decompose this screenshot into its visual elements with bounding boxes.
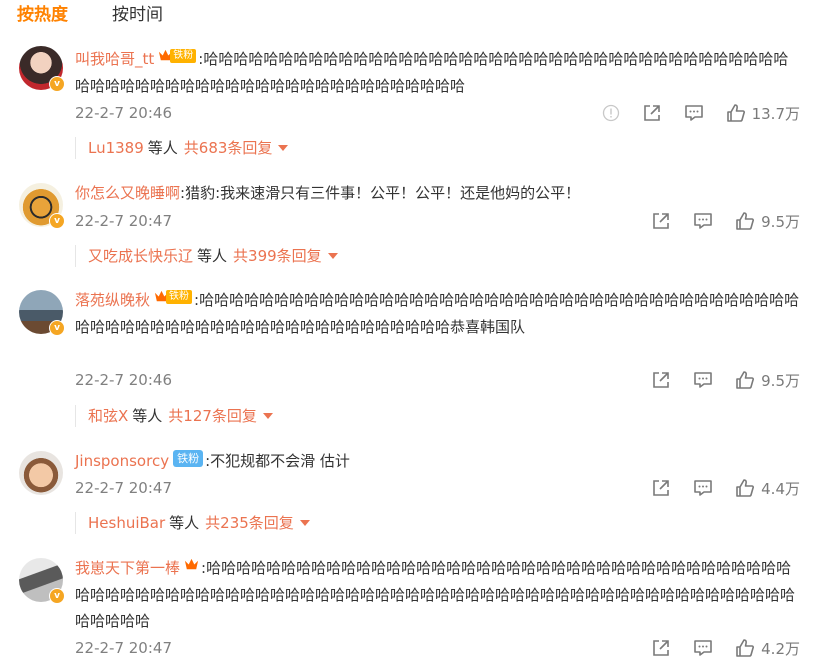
- reply-username[interactable]: Lu1389: [88, 139, 144, 157]
- reply-username[interactable]: HeshuiBar: [88, 514, 165, 532]
- comment-text: :哈哈哈哈哈哈哈哈哈哈哈哈哈哈哈哈哈哈哈哈哈哈哈哈哈哈哈哈哈哈哈哈哈哈哈哈哈哈哈…: [75, 559, 796, 630]
- caret-down-icon[interactable]: [262, 413, 273, 419]
- share-icon[interactable]: [651, 478, 671, 498]
- avatar[interactable]: v: [19, 183, 65, 229]
- comment-meta: 22-2-7 20:47 9.5万: [75, 209, 803, 233]
- thumbs-up-icon: [736, 212, 755, 230]
- caret-down-icon[interactable]: [299, 520, 310, 526]
- fan-badge: 铁粉: [154, 289, 193, 306]
- like-count: 4.4万: [761, 479, 800, 498]
- comment-content: 叫我哈哥_tt 铁粉:哈哈哈哈哈哈哈哈哈哈哈哈哈哈哈哈哈哈哈哈哈哈哈哈哈哈哈哈哈哈…: [75, 46, 803, 99]
- comment-content: 我崽天下第一棒:哈哈哈哈哈哈哈哈哈哈哈哈哈哈哈哈哈哈哈哈哈哈哈哈哈哈哈哈哈哈哈哈…: [75, 555, 803, 635]
- avatar[interactable]: [19, 451, 63, 495]
- username[interactable]: Jinsponsorcy: [75, 452, 169, 470]
- thumbs-up-icon: [736, 479, 755, 497]
- username[interactable]: 我崽天下第一棒: [75, 559, 180, 577]
- like-button[interactable]: 9.5万: [735, 370, 800, 391]
- share-icon[interactable]: [642, 103, 662, 123]
- reply-username[interactable]: 和弦X: [88, 407, 128, 425]
- timestamp: 22-2-7 20:47: [75, 639, 172, 657]
- thumbs-up-icon: [726, 104, 745, 122]
- sort-tabs: 按热度 按时间: [0, 0, 829, 34]
- comment-meta: 22-2-7 20:47 4.4万: [75, 476, 803, 500]
- fan-badge: 铁粉: [158, 48, 197, 65]
- fan-badge-icon: [184, 557, 199, 574]
- comment-content: Jinsponsorcy 铁粉:不犯规都不会滑 估计: [75, 448, 803, 475]
- like-button[interactable]: 4.4万: [735, 478, 800, 499]
- caret-down-icon[interactable]: [278, 145, 289, 151]
- reply-summary: 和弦X 等人 共127条回复: [75, 405, 273, 427]
- avatar[interactable]: v: [19, 558, 65, 604]
- like-button[interactable]: 4.2万: [735, 638, 800, 659]
- comment-meta: 22-2-7 20:46 9.5万: [75, 368, 803, 392]
- like-count: 13.7万: [751, 104, 800, 123]
- tab-hot[interactable]: 按热度: [17, 4, 68, 26]
- share-icon[interactable]: [651, 370, 671, 390]
- username[interactable]: 落苑纵晚秋: [75, 291, 150, 309]
- comment-meta: 22-2-7 20:46 13.7万: [75, 101, 803, 125]
- verified-badge-icon: v: [49, 588, 65, 604]
- caret-down-icon[interactable]: [327, 253, 338, 259]
- share-icon[interactable]: [651, 638, 671, 658]
- fan-badge: 铁粉: [173, 450, 204, 467]
- report-icon[interactable]: [602, 104, 620, 122]
- thumbs-up-icon: [736, 371, 755, 389]
- timestamp: 22-2-7 20:47: [75, 212, 172, 230]
- username[interactable]: 叫我哈哥_tt: [75, 50, 154, 68]
- like-count: 4.2万: [761, 639, 800, 658]
- view-replies-link[interactable]: 共127条回复: [168, 407, 257, 425]
- reply-summary: Lu1389 等人 共683条回复: [75, 137, 289, 159]
- verified-badge-icon: v: [49, 320, 65, 336]
- comment-icon[interactable]: [693, 638, 713, 658]
- username[interactable]: 你怎么又晚睡啊: [75, 184, 180, 202]
- timestamp: 22-2-7 20:46: [75, 104, 172, 122]
- comment-icon[interactable]: [693, 370, 713, 390]
- comment-content: 你怎么又晚睡啊:猎豹:我来速滑只有三件事！公平！公平！还是他妈的公平！: [75, 180, 803, 207]
- comment-actions: 4.2万: [651, 638, 800, 658]
- view-replies-link[interactable]: 共235条回复: [205, 514, 294, 532]
- like-count: 9.5万: [761, 212, 800, 231]
- view-replies-link[interactable]: 共399条回复: [233, 247, 322, 265]
- comment-icon[interactable]: [693, 478, 713, 498]
- crown-icon: [184, 558, 199, 570]
- comment-actions: 4.4万: [651, 478, 800, 498]
- comment-text: :猎豹:我来速滑只有三件事！公平！公平！还是他妈的公平！: [180, 184, 581, 202]
- tab-time[interactable]: 按时间: [112, 4, 163, 26]
- timestamp: 22-2-7 20:47: [75, 479, 172, 497]
- comment-icon[interactable]: [684, 103, 704, 123]
- comment-content: 落苑纵晚秋 铁粉:哈哈哈哈哈哈哈哈哈哈哈哈哈哈哈哈哈哈哈哈哈哈哈哈哈哈哈哈哈哈哈哈…: [75, 287, 803, 340]
- verified-badge-icon: v: [49, 76, 65, 92]
- thumbs-up-icon: [736, 639, 755, 657]
- comment-meta: 22-2-7 20:47 4.2万: [75, 636, 803, 660]
- like-button[interactable]: 9.5万: [735, 211, 800, 232]
- comment-actions: 13.7万: [602, 103, 800, 123]
- timestamp: 22-2-7 20:46: [75, 371, 172, 389]
- like-button[interactable]: 13.7万: [726, 103, 800, 124]
- comment-text: :不犯规都不会滑 估计: [205, 452, 350, 470]
- comment-actions: 9.5万: [651, 370, 800, 390]
- view-replies-link[interactable]: 共683条回复: [184, 139, 273, 157]
- reply-username[interactable]: 又吃成长快乐辽: [88, 247, 193, 265]
- reply-summary: 又吃成长快乐辽 等人 共399条回复: [75, 245, 338, 267]
- like-count: 9.5万: [761, 371, 800, 390]
- verified-badge-icon: v: [49, 213, 65, 229]
- comment-actions: 9.5万: [651, 211, 800, 231]
- avatar[interactable]: v: [19, 290, 65, 336]
- comment-icon[interactable]: [693, 211, 713, 231]
- share-icon[interactable]: [651, 211, 671, 231]
- avatar[interactable]: v: [19, 46, 65, 92]
- reply-summary: HeshuiBar 等人 共235条回复: [75, 512, 310, 534]
